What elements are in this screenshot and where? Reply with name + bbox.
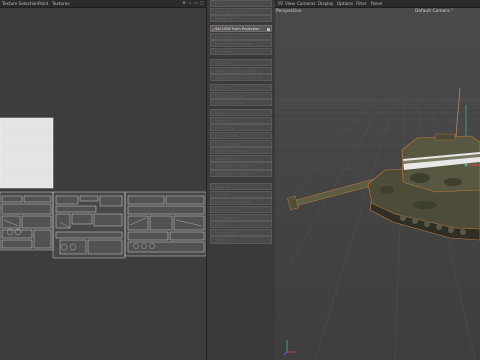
cmd-label: Scale Island to Shrinkwrap — [215, 76, 263, 81]
uv-editor-panel: Texture Selection Paint Textures ✥ ⌕ ▭ □ — [0, 0, 206, 360]
cmd-label: Scale UV to Shrinkwrap — [215, 68, 258, 73]
viewport-mode-icon[interactable] — [278, 1, 283, 5]
uv-menubar: Texture Selection Paint Textures ✥ ⌕ ▭ □ — [0, 0, 206, 8]
cmd-label: UV Fit — [215, 2, 226, 6]
viewport-menubar: View Cameras Display Options Filter Pane… — [275, 0, 480, 8]
uv-menu-textures[interactable]: Textures — [52, 1, 70, 6]
cmd-label: Align Horizontally — [215, 149, 247, 154]
cmd-snap-uv[interactable]: Snap UV — [210, 183, 272, 191]
cmd-label: Optimize UV — [215, 230, 238, 235]
cmd-uv-straighten[interactable]: UV Straighten — [210, 139, 272, 147]
cmd-mirror-u[interactable]: Mirror U — [210, 109, 272, 117]
frame-icon[interactable]: ▭ — [194, 1, 198, 5]
cmd-uv-peeler[interactable]: UV Peeler — [210, 47, 272, 56]
viewport-projection-label[interactable]: Perspective — [276, 9, 301, 14]
uv-texture-tile — [0, 118, 53, 188]
cmd-label: Set UVW From Projection — [215, 27, 260, 31]
cmd-pack-uv[interactable]: Pack UV — [210, 221, 272, 229]
uv-canvas[interactable] — [0, 8, 206, 360]
zoom-icon[interactable]: ⌕ — [188, 1, 192, 5]
move-arrows-icon[interactable]: ✥ — [182, 1, 186, 5]
cmd-label: Mirror V — [215, 118, 230, 123]
cmd-straighten-u-selected[interactable]: Straighten U Selected — [210, 162, 272, 170]
cmd-layout-uv-selected[interactable]: Layout UV Selected — [210, 198, 272, 206]
cmd-label: Flip UV CCW — [215, 133, 238, 138]
cmd-label: UV Peeler — [215, 49, 233, 54]
cmd-uv-fit[interactable]: UV Fit — [210, 0, 272, 8]
uv-shells — [0, 191, 206, 259]
viewport-panel: View Cameras Display Options Filter Pane… — [275, 0, 480, 360]
cmd-relocate-uvs[interactable]: Relocate UVs Only — [210, 7, 272, 15]
cmd-grid-uv[interactable]: Grid UV — [210, 190, 272, 198]
vp-menu-display[interactable]: Display — [318, 1, 333, 6]
maximize-icon[interactable]: □ — [200, 1, 204, 5]
cmd-label: Snap UV — [215, 185, 231, 189]
cmd-uv-pixels[interactable]: UV Pixels — [210, 59, 272, 67]
cmd-straighten-uv[interactable]: Straighten UV — [210, 154, 272, 162]
cmd-label: Relocate UVs Only — [215, 9, 249, 14]
cmd-label: Flip UV CW — [215, 126, 235, 131]
cmd-label: Straighten UV — [215, 156, 241, 161]
vp-menu-options[interactable]: Options — [337, 1, 353, 6]
palette-group-4: Flip UV UV Fit to Canvas Fit UV to Canva… — [210, 84, 272, 107]
cmd-label: Straighten V Selected — [215, 172, 255, 176]
cmd-mirror-v[interactable]: Mirror V — [210, 116, 272, 124]
cmd-flip-uv-ccw[interactable]: Flip UV CCW — [210, 131, 272, 140]
cmd-label: Straighten U Selected — [215, 164, 255, 169]
cmd-relax-uv[interactable]: Relax UV — [210, 236, 272, 244]
viewport-camera-label[interactable]: Default Camera ° — [415, 9, 453, 14]
vp-menu-panel[interactable]: Panel — [371, 1, 382, 6]
cmd-label: Grid UV — [215, 192, 229, 197]
cmd-scale-uv-shrinkwrap[interactable]: Scale UV to Shrinkwrap — [210, 66, 272, 74]
pivot-point — [464, 163, 468, 167]
palette-group-1: UV Fit Relocate UVs Only Realign UV — [210, 0, 272, 23]
vp-menu-cameras[interactable]: Cameras — [297, 1, 316, 6]
viewport-canvas[interactable] — [275, 8, 480, 360]
hatch — [434, 133, 456, 141]
cmd-label: UV Island Overview — [215, 42, 250, 47]
crossed-arrows-icon: ✕ — [211, 26, 215, 32]
palette-group-5: Mirror U Mirror V Flip UV CW Flip UV CCW… — [210, 109, 272, 178]
cmd-optimize-uv[interactable]: Optimize UV — [210, 228, 272, 236]
vp-menu-filter[interactable]: Filter — [356, 1, 366, 6]
cmd-label: UV Transform — [215, 34, 240, 39]
cmd-realign-uv[interactable]: Realign UV — [210, 15, 272, 23]
cmd-fit-uv-canvas[interactable]: Fit UV to Canvas — [210, 99, 272, 107]
cmd-label: Layout All UV — [215, 207, 240, 212]
vp-menu-view[interactable]: View — [285, 1, 295, 6]
palette-group-2: ✕ Set UVW From Projection ! UV Transform… — [210, 25, 272, 56]
cmd-scale-island-shrinkwrap[interactable]: Scale Island to Shrinkwrap — [210, 74, 272, 82]
cmd-label: Pack UV — [215, 223, 230, 228]
palette-group-3: UV Pixels Scale UV to Shrinkwrap Scale I… — [210, 59, 272, 82]
cmd-label: Relax UV — [215, 238, 232, 243]
command-palette: UV Fit Relocate UVs Only Realign UV ✕ Se… — [206, 0, 276, 360]
cmd-label: UV Fit to Canvas — [215, 93, 245, 98]
cmd-label: Fit UV to Canvas — [215, 101, 245, 106]
cmd-flip-uv-cw[interactable]: Flip UV CW — [210, 124, 272, 132]
cmd-label: Realign UV — [215, 17, 235, 22]
cmd-uv-sequence[interactable]: UV Sequence — [210, 213, 272, 221]
cmd-label: Flip UV — [215, 86, 228, 90]
cmd-uv-transform[interactable]: UV Transform — [210, 32, 272, 40]
cmd-flip-uv[interactable]: Flip UV — [210, 84, 272, 92]
cmd-straighten-v-selected[interactable]: Straighten V Selected — [210, 170, 272, 178]
cmd-uv-island-overview[interactable]: UV Island Overview — [210, 40, 272, 48]
uv-menu-texture-selection[interactable]: Texture Selection — [2, 1, 38, 6]
cmd-layout-all-uv[interactable]: Layout All UV — [210, 205, 272, 214]
palette-group-6: Snap UV Grid UV Layout UV Selected Layou… — [210, 183, 272, 244]
cmd-label: Mirror U — [215, 111, 230, 115]
cmd-set-uvw-from-projection[interactable]: ✕ Set UVW From Projection ! — [210, 25, 272, 33]
cmd-uv-fit-canvas[interactable]: UV Fit to Canvas — [210, 91, 272, 99]
info-icon[interactable]: ! — [266, 27, 270, 31]
cmd-label: Layout UV Selected — [215, 200, 251, 205]
cmd-label: UV Straighten — [215, 141, 241, 146]
cmd-label: UV Pixels — [215, 61, 232, 65]
uv-menu-paint[interactable]: Paint — [38, 1, 48, 6]
cmd-label: UV Sequence — [215, 215, 239, 220]
cmd-align-horizontally[interactable]: Align Horizontally — [210, 147, 272, 155]
uv-header-tools: ✥ ⌕ ▭ □ — [182, 1, 204, 5]
